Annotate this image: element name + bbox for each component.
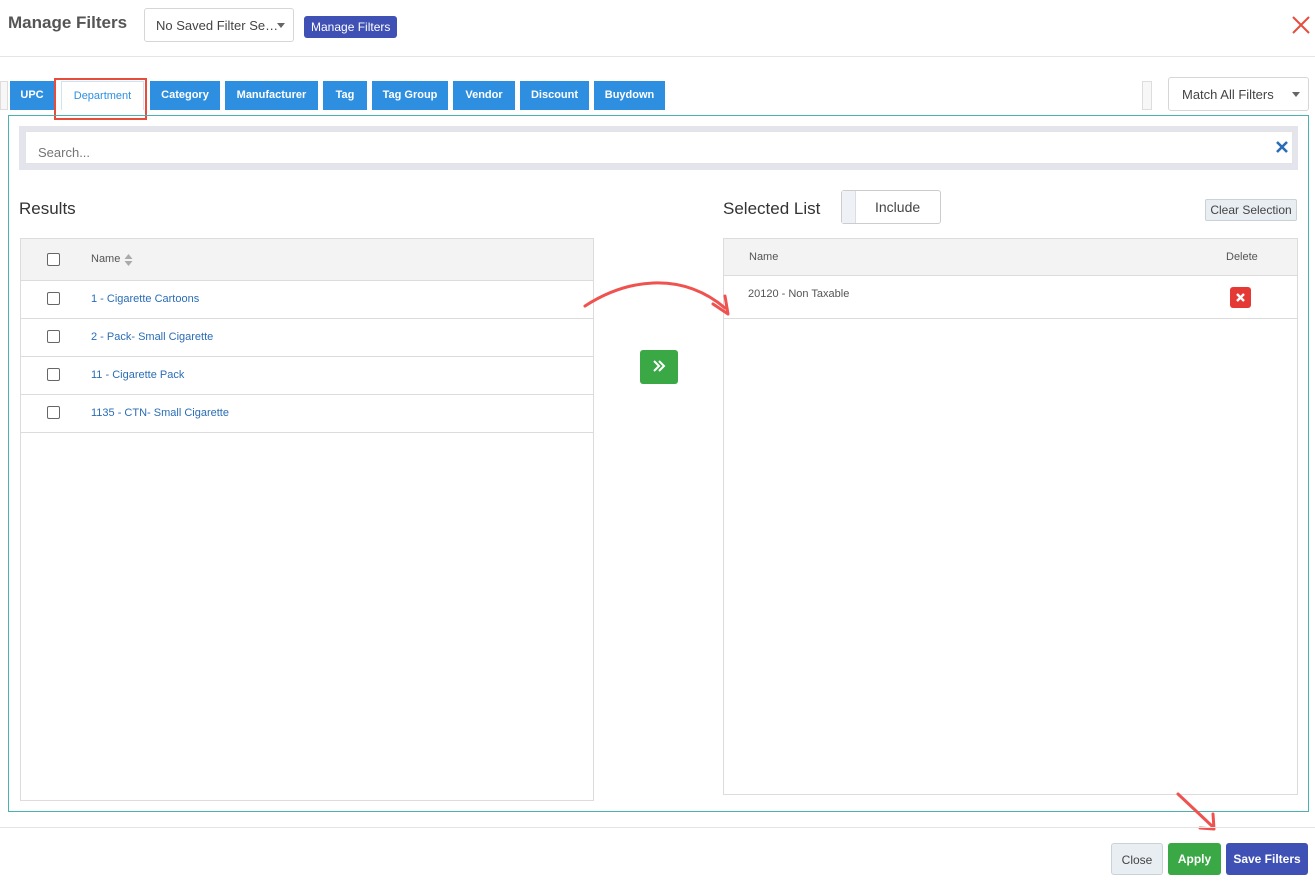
tab-scroll-right-button[interactable] <box>1142 81 1152 110</box>
chevron-down-icon <box>277 23 285 28</box>
tab-tag-group[interactable]: Tag Group <box>372 81 448 110</box>
selected-column-name: Name <box>749 251 779 263</box>
sort-icon[interactable] <box>124 253 133 266</box>
tab-buydown[interactable]: Buydown <box>594 81 665 110</box>
close-button[interactable]: Close <box>1111 843 1163 875</box>
saved-filter-value: No Saved Filter Se… <box>156 18 279 33</box>
include-toggle-label: Include <box>875 199 921 215</box>
select-all-checkbox[interactable] <box>47 253 60 266</box>
tab-category[interactable]: Category <box>150 81 220 110</box>
results-column-name[interactable]: Name <box>91 253 120 265</box>
header-divider <box>0 56 1315 57</box>
results-heading: Results <box>19 199 76 218</box>
include-toggle[interactable]: Include <box>841 190 941 224</box>
row-checkbox[interactable] <box>47 368 60 381</box>
manage-filters-button[interactable]: Manage Filters <box>304 16 398 38</box>
clear-selection-button[interactable]: Clear Selection <box>1205 199 1297 221</box>
double-chevron-right-icon <box>653 360 666 372</box>
delete-x-icon <box>1236 293 1245 302</box>
close-icon[interactable] <box>1290 14 1312 36</box>
table-row: 11 - Cigarette Pack <box>21 357 593 395</box>
department-link[interactable]: 1 - Cigarette Cartoons <box>91 293 199 305</box>
tab-upc[interactable]: UPC <box>10 81 54 110</box>
row-checkbox[interactable] <box>47 330 60 343</box>
row-checkbox[interactable] <box>47 292 60 305</box>
table-row: 2 - Pack- Small Cigarette <box>21 319 593 357</box>
save-filters-button[interactable]: Save Filters <box>1226 843 1308 875</box>
selected-table <box>723 238 1298 795</box>
chevron-down-icon <box>1292 92 1300 97</box>
toggle-knob <box>842 191 856 223</box>
selected-list-heading: Selected List <box>723 199 821 218</box>
delete-selected-button[interactable] <box>1230 287 1251 308</box>
department-link[interactable]: 1135 - CTN- Small Cigarette <box>91 407 229 419</box>
add-to-selected-button[interactable] <box>640 350 678 384</box>
tab-tag[interactable]: Tag <box>323 81 367 110</box>
tab-highlight-annotation <box>54 78 147 120</box>
modal-title: Manage Filters <box>8 13 128 32</box>
department-link[interactable]: 2 - Pack- Small Cigarette <box>91 331 213 343</box>
row-checkbox[interactable] <box>47 406 60 419</box>
search-input[interactable] <box>25 131 1293 164</box>
match-mode-value: Match All Filters <box>1182 87 1274 102</box>
table-row: 1135 - CTN- Small Cigarette <box>21 395 593 433</box>
clear-search-icon[interactable] <box>1274 139 1290 155</box>
selected-column-delete: Delete <box>1226 251 1258 263</box>
saved-filter-select[interactable]: No Saved Filter Se… <box>144 8 294 42</box>
tab-scroll-left-button[interactable] <box>0 81 8 110</box>
selected-item-label: 20120 - Non Taxable <box>748 288 850 300</box>
tab-vendor[interactable]: Vendor <box>453 81 515 110</box>
tab-discount[interactable]: Discount <box>520 81 589 110</box>
tab-manufacturer[interactable]: Manufacturer <box>225 81 318 110</box>
selected-table-header <box>724 239 1297 276</box>
footer-divider <box>0 827 1315 828</box>
apply-button[interactable]: Apply <box>1168 843 1221 875</box>
match-mode-select[interactable]: Match All Filters <box>1168 77 1309 111</box>
table-row: 1 - Cigarette Cartoons <box>21 281 593 319</box>
department-link[interactable]: 11 - Cigarette Pack <box>91 369 184 381</box>
